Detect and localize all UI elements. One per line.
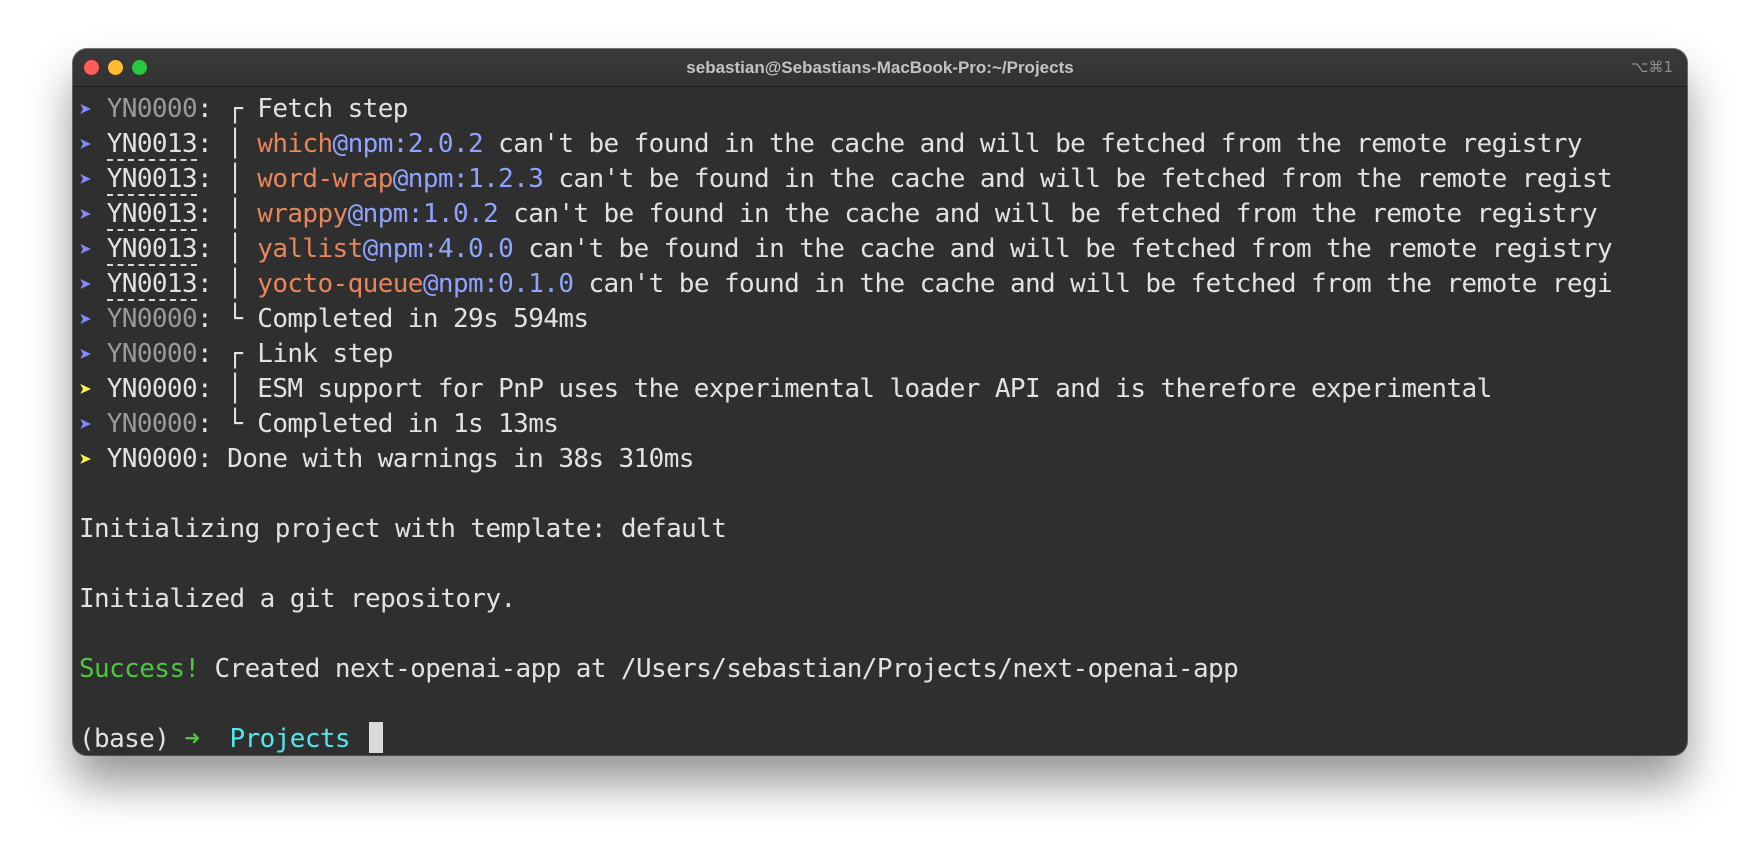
log-separator: : │ [197, 164, 258, 194]
log-code-link[interactable]: YN0013 [106, 164, 198, 196]
arrow-icon: ➤ [79, 308, 92, 333]
log-code: YN0000 [106, 409, 198, 439]
log-line-warning: ➤ YN0000: │ ESM support for PnP uses the… [79, 372, 1679, 407]
log-message: Done with warnings in 38s 310ms [227, 444, 694, 474]
package-name: yocto-queue [257, 269, 423, 299]
log-message: can't be found in the cache and will be … [573, 269, 1613, 299]
warning-arrow-icon: ➤ [79, 448, 92, 473]
log-separator: : [197, 444, 228, 474]
package-name: wrappy [257, 199, 348, 229]
log-line: ➤ YN0000: └ Completed in 1s 13ms [79, 407, 1679, 442]
package-version: @npm:2.0.2 [332, 129, 484, 159]
log-code: YN0000 [106, 304, 198, 334]
log-separator: : │ [197, 129, 258, 159]
arrow-icon: ➤ [79, 238, 92, 263]
success-line: Success! Created next-openai-app at /Use… [79, 652, 1679, 687]
log-message: can't be found in the cache and will be … [543, 164, 1613, 194]
prompt-directory: Projects [229, 724, 351, 754]
log-separator: : │ [197, 269, 258, 299]
log-separator: : └ [197, 409, 258, 439]
log-code: YN0000 [106, 374, 198, 404]
text-cursor [369, 722, 384, 753]
log-separator: : ┌ [197, 339, 258, 369]
log-line: ➤ YN0000: ┌ Link step [79, 337, 1679, 372]
log-line: ➤ YN0013: │ word-wrap@npm:1.2.3 can't be… [79, 162, 1679, 197]
log-message: Completed in 1s 13ms [257, 409, 559, 439]
arrow-icon: ➤ [79, 343, 92, 368]
window-title: sebastian@Sebastians-MacBook-Pro:~/Proje… [686, 58, 1074, 77]
package-name: which [257, 129, 333, 159]
terminal-window: sebastian@Sebastians-MacBook-Pro:~/Proje… [73, 49, 1687, 755]
prompt-env: (base) [79, 724, 185, 754]
log-line: ➤ YN0013: │ wrappy@npm:1.0.2 can't be fo… [79, 197, 1679, 232]
title-bar: sebastian@Sebastians-MacBook-Pro:~/Proje… [73, 49, 1687, 87]
init-template-line: Initializing project with template: defa… [79, 514, 727, 544]
log-line: ➤ YN0013: │ which@npm:2.0.2 can't be fou… [79, 127, 1679, 162]
package-version: @npm:1.0.2 [347, 199, 499, 229]
package-version: @npm:1.2.3 [392, 164, 544, 194]
log-code-link[interactable]: YN0013 [106, 199, 198, 231]
log-code: YN0000 [106, 444, 198, 474]
log-code: YN0000 [106, 339, 198, 369]
success-message: Created next-openai-app at /Users/sebast… [199, 654, 1239, 684]
log-code-link[interactable]: YN0013 [106, 269, 198, 301]
log-message: Link step [257, 339, 393, 369]
shell-prompt[interactable]: (base) ➜ Projects [79, 722, 1679, 755]
terminal-output[interactable]: ➤ YN0000: ┌ Fetch step ➤ YN0013: │ which… [79, 92, 1679, 755]
init-git-line: Initialized a git repository. [79, 584, 516, 614]
log-line: ➤ YN0013: │ yallist@npm:4.0.0 can't be f… [79, 232, 1679, 267]
log-code-link[interactable]: YN0013 [106, 129, 198, 161]
arrow-icon: ➤ [79, 168, 92, 193]
log-line: ➤ YN0013: │ yocto-queue@npm:0.1.0 can't … [79, 267, 1679, 302]
log-message: can't be found in the cache and will be … [498, 199, 1598, 229]
package-name: word-wrap [257, 164, 393, 194]
log-separator: : │ [197, 234, 258, 264]
log-message: can't be found in the cache and will be … [513, 234, 1613, 264]
success-label: Success! [79, 654, 200, 684]
log-code: YN0000 [106, 94, 198, 124]
arrow-icon: ➤ [79, 413, 92, 438]
warning-arrow-icon: ➤ [79, 378, 92, 403]
window-shortcut: ⌥⌘1 [1631, 58, 1673, 76]
log-message: can't be found in the cache and will be … [483, 129, 1582, 159]
log-message: Fetch step [257, 94, 408, 124]
log-message: Completed in 29s 594ms [257, 304, 589, 334]
package-version: @npm:4.0.0 [362, 234, 514, 264]
log-separator: : │ [197, 199, 258, 229]
log-separator: : └ [197, 304, 258, 334]
log-separator: : ┌ [197, 94, 258, 124]
log-code-link[interactable]: YN0013 [106, 234, 198, 266]
arrow-icon: ➤ [79, 203, 92, 228]
arrow-icon: ➤ [79, 273, 92, 298]
log-line: ➤ YN0000: └ Completed in 29s 594ms [79, 302, 1679, 337]
package-name: yallist [257, 234, 363, 264]
log-separator: : │ [197, 374, 258, 404]
package-version: @npm:0.1.0 [422, 269, 574, 299]
prompt-arrow-icon: ➜ [184, 724, 200, 754]
log-line-warning: ➤ YN0000: Done with warnings in 38s 310m… [79, 442, 1679, 477]
log-message: ESM support for PnP uses the experimenta… [257, 374, 1492, 404]
arrow-icon: ➤ [79, 98, 92, 123]
arrow-icon: ➤ [79, 133, 92, 158]
log-line: ➤ YN0000: ┌ Fetch step [79, 92, 1679, 127]
